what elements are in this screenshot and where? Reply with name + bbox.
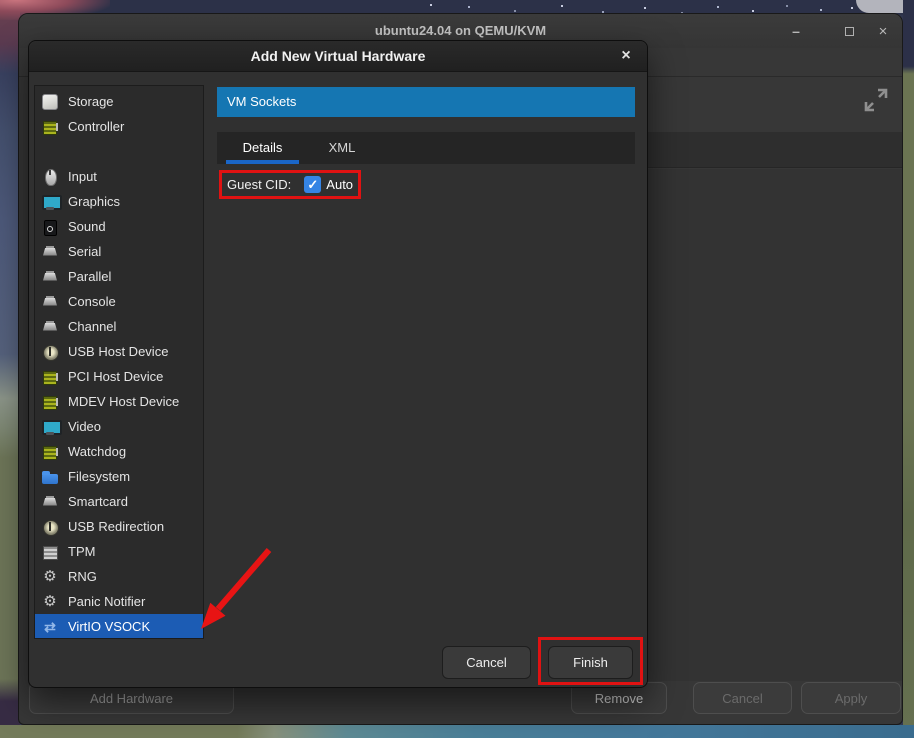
dialog-close-icon[interactable]: × [617,47,635,65]
guest-cid-label: Guest CID: [227,177,291,192]
controller-chip-icon [42,119,58,135]
mouse-icon [42,169,58,185]
item-label: Watchdog [68,444,126,459]
auto-checkbox-group: ✓ Auto [304,176,353,193]
sidebar-item-watchdog[interactable]: Watchdog [35,439,203,464]
sidebar-item-virtio-vsock[interactable]: ⇄ VirtIO VSOCK [35,614,203,639]
details-content-area [631,169,903,681]
item-label: MDEV Host Device [68,394,179,409]
sidebar-item-console[interactable]: Console [35,289,203,314]
storage-disk-icon [42,94,58,110]
sidebar-item-usb-host-device[interactable]: USB Host Device [35,339,203,364]
item-label: VirtIO VSOCK [68,619,150,634]
pci-chip-icon [42,394,58,410]
gears-icon: ⚙ [42,594,58,610]
item-label: RNG [68,569,97,584]
cancel-button[interactable]: Cancel [442,646,531,679]
sidebar-item-graphics[interactable]: Graphics [35,189,203,214]
serial-port-icon [42,294,58,310]
wallpaper-bottom-edge [0,725,914,738]
item-label: Input [68,169,97,184]
pci-chip-icon [42,444,58,460]
apply-button: Apply [801,682,901,714]
serial-port-icon [42,319,58,335]
sidebar-item-panic-notifier[interactable]: ⚙ Panic Notifier [35,589,203,614]
sidebar-item-controller[interactable]: Controller [35,114,203,139]
wallpaper-stars [430,4,432,6]
sidebar-item-filesystem[interactable]: Filesystem [35,464,203,489]
annotation-arrow [186,536,306,656]
sidebar-item-storage[interactable]: Storage [35,89,203,114]
item-label: Controller [68,119,124,134]
serial-port-icon [42,244,58,260]
sidebar-item-empty [35,139,203,164]
item-label: USB Host Device [68,344,168,359]
monitor-icon [42,194,58,210]
gears-icon: ⚙ [42,569,58,585]
item-label: Panic Notifier [68,594,145,609]
add-hardware-dialog: Add New Virtual Hardware × Storage Contr… [28,40,648,688]
item-label: Storage [68,94,114,109]
fullscreen-expand-icon[interactable] [861,85,891,115]
sidebar-item-parallel[interactable]: Parallel [35,264,203,289]
sidebar-item-sound[interactable]: Sound [35,214,203,239]
item-label: Serial [68,244,101,259]
pci-chip-icon [42,369,58,385]
minimize-icon[interactable]: – [788,24,804,40]
sidebar-item-smartcard[interactable]: Smartcard [35,489,203,514]
maximize-icon[interactable] [841,24,857,40]
item-label: Sound [68,219,106,234]
details-list-header-band [631,132,903,168]
finish-button[interactable]: Finish [548,646,633,679]
serial-port-icon [42,269,58,285]
sidebar-item-rng[interactable]: ⚙ RNG [35,564,203,589]
item-label: USB Redirection [68,519,164,534]
item-label: Video [68,419,101,434]
dialog-title: Add New Virtual Hardware [29,48,647,64]
vsock-arrows-icon: ⇄ [42,619,58,635]
panel-tabstrip: Details XML [217,132,635,164]
speaker-icon [42,219,58,235]
dialog-titlebar[interactable]: Add New Virtual Hardware × [29,41,647,72]
sidebar-item-usb-redirection[interactable]: USB Redirection [35,514,203,539]
guest-cid-field-highlight: Guest CID: ✓ Auto [219,170,361,199]
hardware-type-list: Storage Controller Input Graphics Sound … [34,85,204,639]
usb-icon [42,519,58,535]
sidebar-item-pci-host-device[interactable]: PCI Host Device [35,364,203,389]
wallpaper-right-edge [903,0,914,738]
item-label: TPM [68,544,95,559]
sidebar-item-serial[interactable]: Serial [35,239,203,264]
serial-port-icon [42,494,58,510]
wallpaper-left-edge [0,0,20,738]
sidebar-item-input[interactable]: Input [35,164,203,189]
close-window-icon[interactable]: × [875,24,891,40]
usb-icon [42,344,58,360]
auto-checkbox[interactable]: ✓ [304,176,321,193]
vm-window-title: ubuntu24.04 on QEMU/KVM [19,23,902,38]
vm-cancel-button: Cancel [693,682,792,714]
item-label: Smartcard [68,494,128,509]
monitor-icon [42,419,58,435]
tpm-chip-icon [42,544,58,560]
item-label: Graphics [68,194,120,209]
item-label: Console [68,294,116,309]
sidebar-item-channel[interactable]: Channel [35,314,203,339]
tab-xml[interactable]: XML [312,132,372,164]
sidebar-item-mdev-host-device[interactable]: MDEV Host Device [35,389,203,414]
item-label: Channel [68,319,116,334]
item-label: Parallel [68,269,111,284]
item-label: PCI Host Device [68,369,163,384]
sidebar-item-video[interactable]: Video [35,414,203,439]
item-label: Filesystem [68,469,130,484]
folder-icon [42,469,58,485]
active-tab-underline [226,160,299,164]
sidebar-item-tpm[interactable]: TPM [35,539,203,564]
auto-checkbox-label: Auto [326,177,353,192]
panel-header-vm-sockets: VM Sockets [217,87,635,117]
